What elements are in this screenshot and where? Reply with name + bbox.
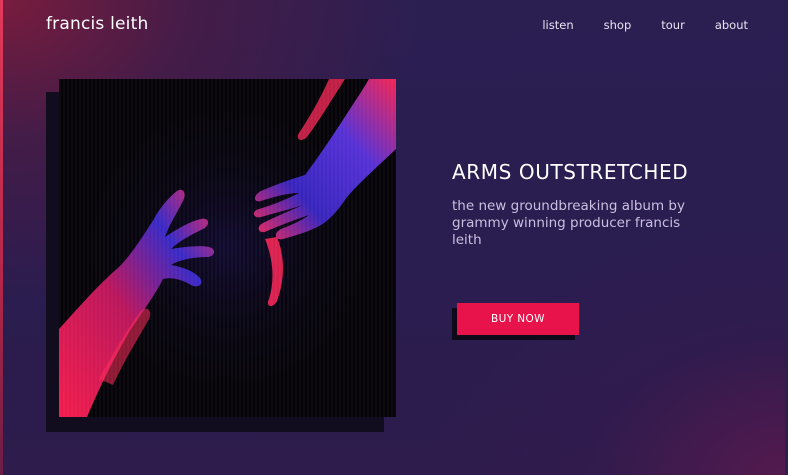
- nav-link-about[interactable]: about: [715, 18, 748, 32]
- album-description: the new groundbreaking album by grammy w…: [452, 198, 685, 248]
- nav-link-listen[interactable]: listen: [542, 18, 573, 32]
- main-nav: listen shop tour about: [512, 18, 748, 32]
- landing-page: francis leith listen shop tour about ARM…: [0, 0, 788, 475]
- album-title: ARMS OUTSTRETCHED: [452, 160, 689, 184]
- buy-now-button[interactable]: BUY NOW: [457, 303, 579, 335]
- nav-link-shop[interactable]: shop: [604, 18, 632, 32]
- reaching-hands-image: [59, 79, 396, 417]
- left-accent-edge: [0, 0, 3, 475]
- album-art: [59, 79, 396, 417]
- brand-name[interactable]: francis leith: [46, 14, 148, 34]
- nav-link-tour[interactable]: tour: [661, 18, 685, 32]
